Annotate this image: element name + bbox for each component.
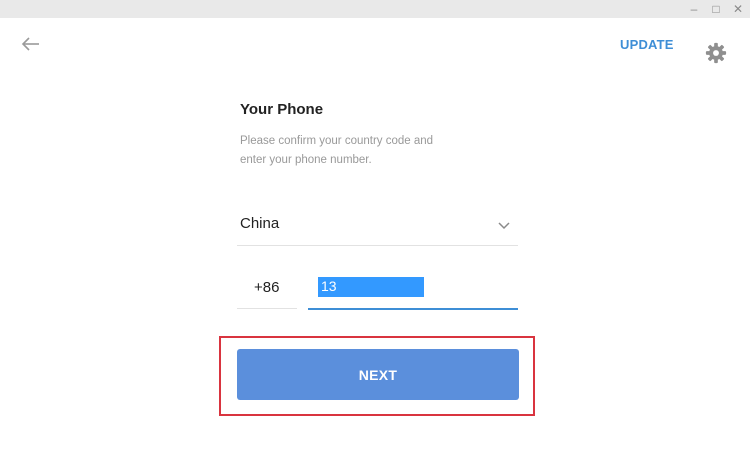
app-window: – □ ✕ UPDATE Your Phone Please confirm y…	[0, 0, 750, 453]
page-description: Please confirm your country code and ent…	[240, 132, 500, 170]
back-arrow-icon[interactable]	[20, 35, 42, 53]
phone-number-input[interactable]: 13	[308, 270, 518, 310]
gear-icon[interactable]	[705, 42, 727, 64]
country-value: China	[240, 215, 280, 232]
description-line-1: Please confirm your country code and	[240, 135, 434, 147]
minimize-button[interactable]: –	[684, 1, 704, 17]
country-code-value: +86	[254, 279, 280, 296]
description-line-2: enter your phone number.	[240, 154, 372, 166]
phone-number-value: 13	[321, 278, 337, 294]
maximize-button[interactable]: □	[706, 1, 726, 17]
window-titlebar: – □ ✕	[0, 0, 750, 18]
phone-number-selection: 13	[318, 277, 424, 297]
next-button[interactable]: NEXT	[237, 349, 519, 400]
close-button[interactable]: ✕	[728, 1, 748, 17]
update-link[interactable]: UPDATE	[620, 37, 674, 52]
country-code-field[interactable]: +86	[237, 270, 297, 309]
page-title: Your Phone	[240, 101, 324, 118]
chevron-down-icon	[498, 222, 510, 230]
country-select[interactable]: China	[237, 205, 518, 246]
